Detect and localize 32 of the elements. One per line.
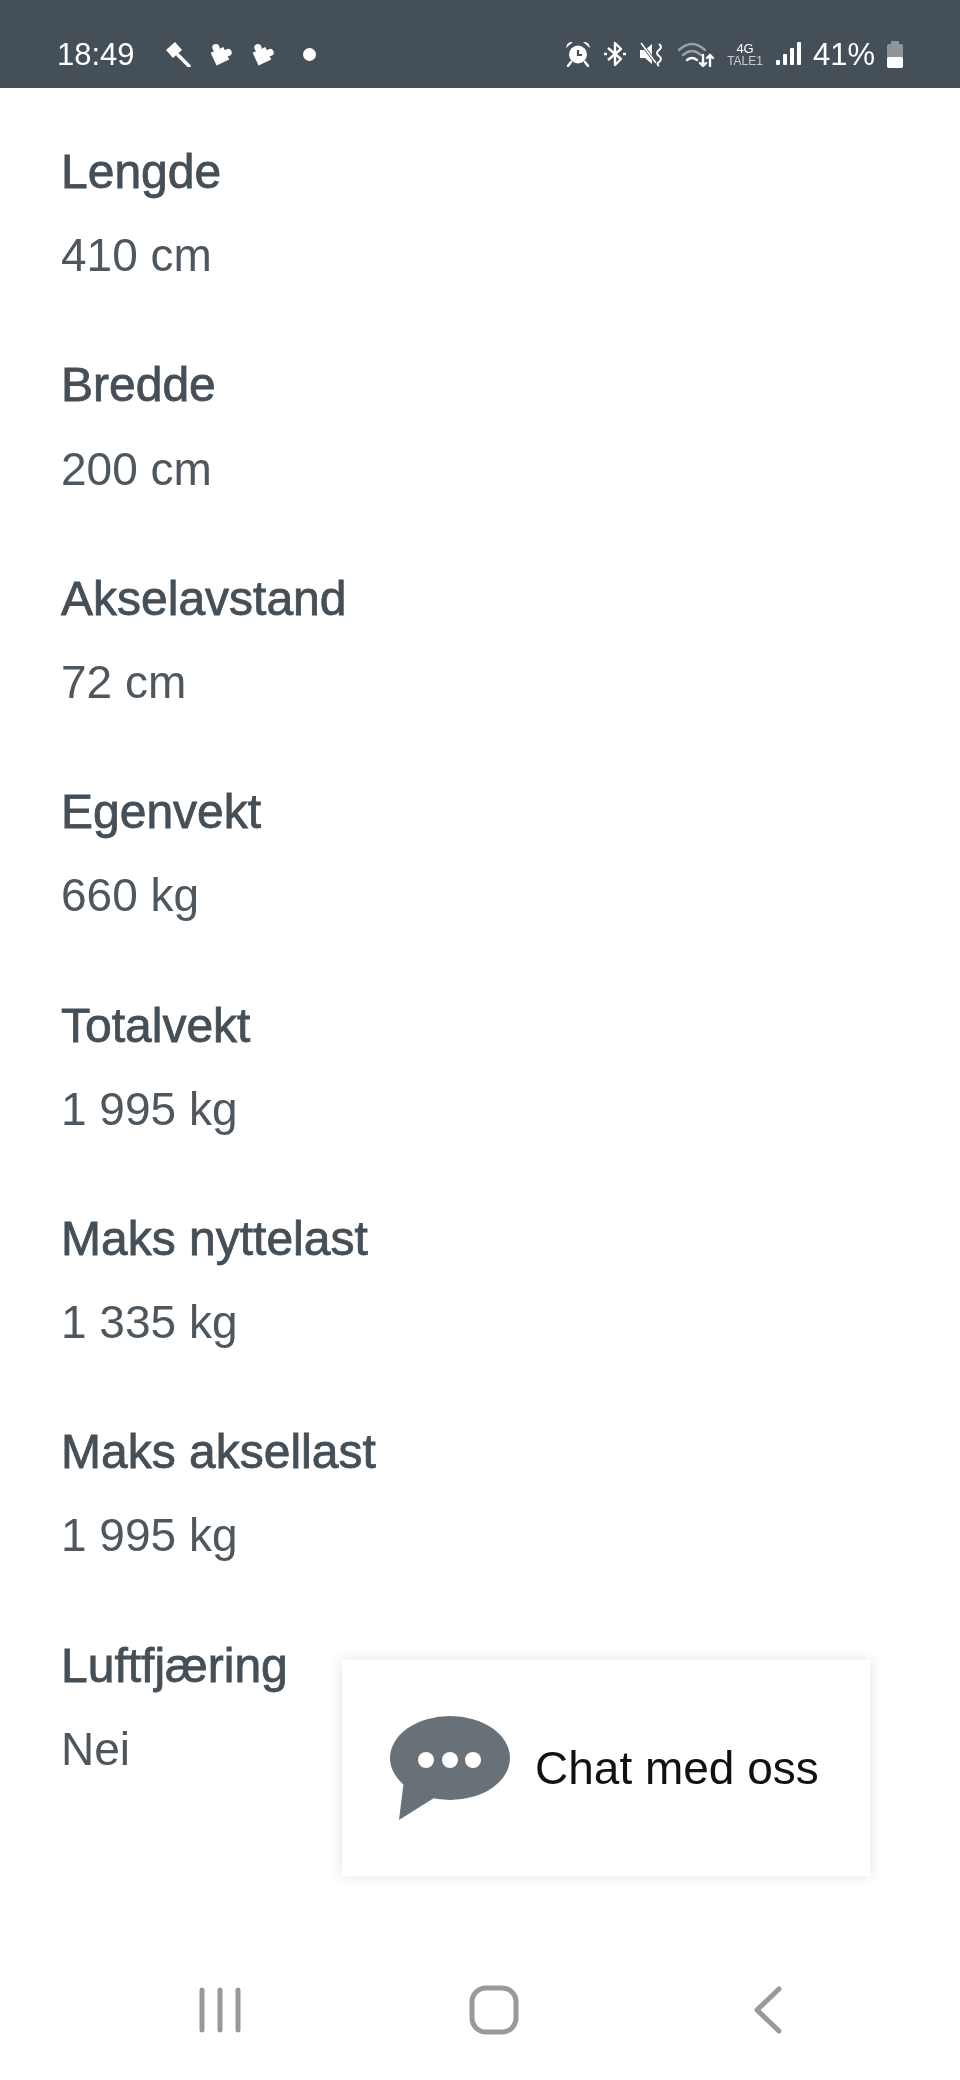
spec-label: Maks nyttelast (61, 1210, 368, 1267)
spec-value: 660 kg (61, 868, 200, 924)
spec-label: Egenvekt (61, 784, 262, 840)
alarm-clock-icon (565, 41, 592, 67)
spec-value: 1 995 kg (61, 1081, 238, 1137)
spec-value: 410 cm (61, 228, 212, 284)
recents-icon[interactable] (199, 1987, 241, 2033)
battery-icon (887, 40, 903, 68)
chat-bubble-icon (390, 1716, 510, 1820)
network-type-label: 4G (736, 41, 754, 55)
battery-percent: 41% (812, 38, 875, 70)
carrier-label: TALE1 (727, 54, 763, 67)
back-icon[interactable] (754, 1986, 782, 2034)
wifi-icon (677, 41, 716, 67)
notification-dot-icon (302, 47, 316, 61)
spec-label: Totalvekt (61, 997, 251, 1053)
spec-label: Luftfjæring (61, 1637, 288, 1693)
spec-value: 200 cm (61, 441, 212, 497)
spec-value: 1 995 kg (61, 1508, 238, 1564)
status-time: 18:49 (57, 38, 135, 70)
spec-value: 72 cm (61, 654, 187, 710)
spec-value: 1 335 kg (61, 1295, 238, 1351)
spec-label: Akselavstand (61, 570, 347, 626)
bluetooth-icon (603, 41, 628, 67)
spec-label: Bredde (61, 357, 216, 413)
chat-button[interactable]: Chat med oss (342, 1660, 870, 1876)
spec-value: Nei (61, 1721, 131, 1777)
spec-label: Maks aksellast (61, 1424, 376, 1480)
home-icon[interactable] (469, 1985, 519, 2035)
hammer-icon (164, 41, 191, 67)
spec-label: Lengde (61, 144, 222, 200)
signal-icon (774, 41, 801, 67)
